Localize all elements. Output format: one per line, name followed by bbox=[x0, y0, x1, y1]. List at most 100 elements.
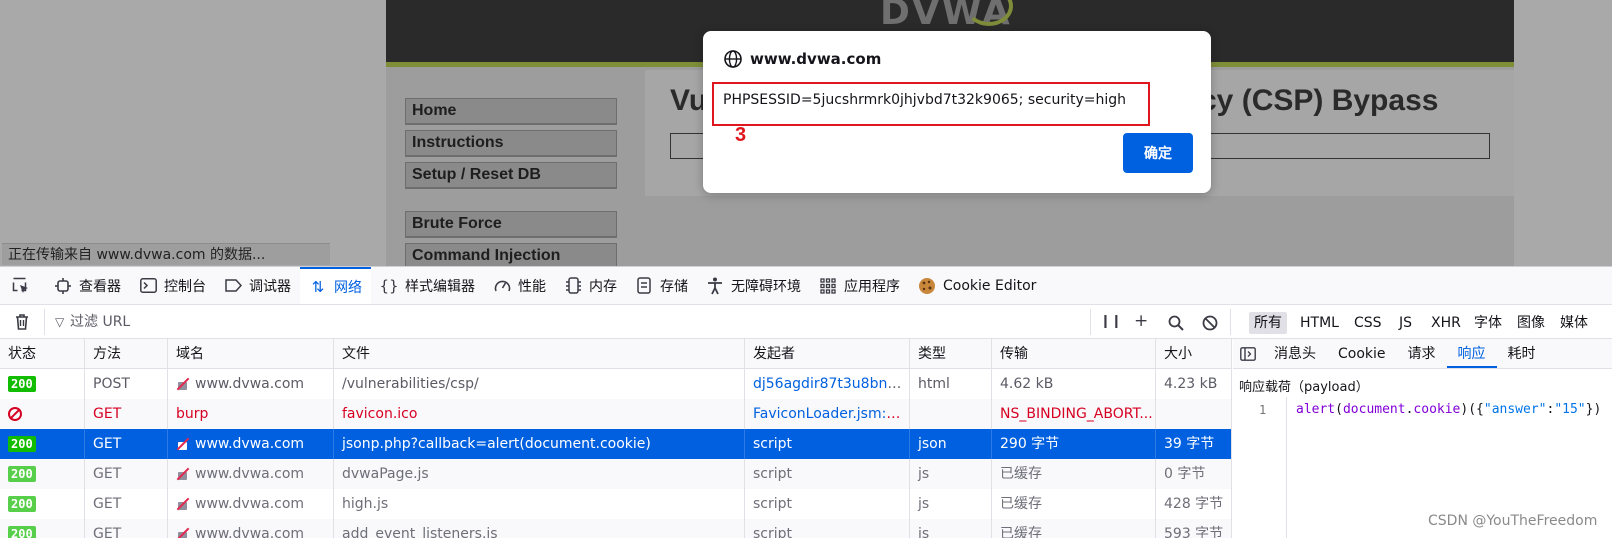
code-token: }) bbox=[1585, 402, 1602, 417]
filter-url-input[interactable] bbox=[70, 311, 570, 333]
tab-accessibility[interactable]: 无障碍环境 bbox=[697, 267, 810, 304]
browser-status-text: 正在传输来自 www.dvwa.com 的数据... bbox=[2, 243, 330, 265]
tab-label: 查看器 bbox=[79, 278, 121, 295]
type-filter-html[interactable]: HTML bbox=[1295, 312, 1344, 334]
type-filter-css[interactable]: CSS bbox=[1349, 312, 1387, 334]
tab-console[interactable]: 控制台 bbox=[130, 267, 215, 304]
domain-text: www.dvwa.com bbox=[195, 436, 305, 452]
column-header-domain[interactable]: 域名 bbox=[168, 339, 334, 369]
toggle-sidebar[interactable] bbox=[1233, 339, 1263, 368]
network-filter-bar: ▽ ❙❙ + 所有 HTML CSS JS XHR 字体 图像 媒体 bbox=[0, 305, 1612, 339]
details-tabs: 消息头 Cookie 请求 响应 耗时 bbox=[1233, 339, 1612, 369]
tab-debugger[interactable]: 调试器 bbox=[215, 267, 300, 304]
method-cell: GET bbox=[85, 399, 168, 429]
tab-network[interactable]: ⇅ 网络 bbox=[300, 267, 371, 304]
column-header-size[interactable]: 大小 bbox=[1156, 339, 1231, 369]
type-cell: json bbox=[910, 429, 992, 459]
table-row[interactable]: GET burp favicon.ico FaviconLoader.jsm:1… bbox=[0, 399, 1231, 429]
column-header-transferred[interactable]: 传输 bbox=[992, 339, 1156, 369]
table-row[interactable]: 200 GET www.dvwa.com dvwaPage.js script … bbox=[0, 459, 1231, 489]
tab-label: 存储 bbox=[660, 278, 688, 295]
dialog-header: www.dvwa.com bbox=[723, 49, 881, 69]
table-row[interactable]: 200 GET www.dvwa.com add_event_listeners… bbox=[0, 519, 1231, 538]
separator bbox=[1090, 309, 1091, 335]
tab-memory[interactable]: 内存 bbox=[555, 267, 626, 304]
tab-response[interactable]: 响应 bbox=[1446, 339, 1497, 368]
status-badge: 200 bbox=[8, 376, 36, 392]
separator bbox=[1230, 309, 1231, 335]
globe-icon bbox=[724, 50, 742, 68]
page-title-right: cy (CSP) Bypass bbox=[1200, 84, 1439, 117]
method-cell: GET bbox=[85, 459, 168, 489]
tab-storage[interactable]: 存储 bbox=[626, 267, 697, 304]
tab-timings[interactable]: 耗时 bbox=[1497, 339, 1547, 368]
type-filter-images[interactable]: 图像 bbox=[1512, 312, 1550, 334]
transferred-cell: NS_BINDING_ABORT... bbox=[992, 399, 1156, 429]
column-header-type[interactable]: 类型 bbox=[910, 339, 992, 369]
tab-performance[interactable]: 性能 bbox=[484, 267, 555, 304]
status-cell bbox=[0, 399, 85, 429]
menu-item-instructions[interactable]: Instructions bbox=[405, 130, 617, 157]
column-header-status[interactable]: 状态 bbox=[0, 339, 85, 369]
menu-item-command-injection[interactable]: Command Injection bbox=[405, 243, 617, 266]
tab-label: 控制台 bbox=[164, 278, 206, 295]
panel-toggle-icon bbox=[1240, 346, 1256, 361]
table-row-selected[interactable]: 200 GET www.dvwa.com jsonp.php?callback=… bbox=[0, 429, 1231, 459]
insecure-lock-icon bbox=[176, 468, 189, 480]
type-filter-js[interactable]: JS bbox=[1394, 312, 1417, 334]
type-filter-fonts[interactable]: 字体 bbox=[1469, 312, 1507, 334]
pause-icon[interactable]: ❙❙ bbox=[1100, 314, 1122, 329]
menu-item-home[interactable]: Home bbox=[405, 98, 617, 125]
ok-button[interactable]: 确定 bbox=[1123, 133, 1193, 173]
element-picker[interactable] bbox=[0, 267, 45, 304]
column-header-file[interactable]: 文件 bbox=[334, 339, 745, 369]
menu-item-setup[interactable]: Setup / Reset DB bbox=[405, 162, 617, 189]
size-cell: 4.23 kB bbox=[1164, 376, 1218, 392]
tab-inspector[interactable]: 查看器 bbox=[45, 267, 130, 304]
tab-headers[interactable]: 消息头 bbox=[1263, 339, 1327, 368]
type-filter-xhr[interactable]: XHR bbox=[1426, 312, 1466, 334]
tab-style-editor[interactable]: {} 样式编辑器 bbox=[371, 267, 484, 304]
tab-cookie-editor[interactable]: Cookie Editor bbox=[909, 267, 1045, 304]
transferred-cell: 290 字节 bbox=[992, 429, 1156, 459]
trash-icon[interactable] bbox=[12, 312, 32, 332]
transferred-cell: 已缓存 bbox=[992, 489, 1156, 519]
status-cell: 200 bbox=[0, 489, 85, 519]
type-cell: html bbox=[910, 369, 992, 399]
requests-table: 状态 方法 域名 文件 发起者 类型 传输 大小 200 POST www.dv… bbox=[0, 339, 1232, 538]
column-header-initiator[interactable]: 发起者 bbox=[745, 339, 910, 369]
code-token: cookie bbox=[1413, 402, 1461, 417]
initiator-cell: dj56agdir87t3u8bnvc... bbox=[745, 369, 910, 399]
menu-item-brute-force[interactable]: Brute Force bbox=[405, 211, 617, 238]
type-filter-media[interactable]: 媒体 bbox=[1555, 312, 1593, 334]
response-code[interactable]: alert(document.cookie)({"answer":"15"}) bbox=[1296, 402, 1601, 417]
devtools-panel: 查看器 控制台 调试器 ⇅ 网络 {} 样式编辑器 性能 内存 存储 无障碍环境 应… bbox=[0, 266, 1612, 538]
file-cell: /vulnerabilities/csp/ bbox=[334, 369, 745, 399]
table-row[interactable]: 200 GET www.dvwa.com high.js script js 已… bbox=[0, 489, 1231, 519]
table-row[interactable]: 200 POST www.dvwa.com /vulnerabilities/c… bbox=[0, 369, 1231, 399]
type-cell: js bbox=[910, 459, 992, 489]
column-header-method[interactable]: 方法 bbox=[85, 339, 168, 369]
block-icon[interactable] bbox=[1202, 315, 1218, 331]
domain-cell: www.dvwa.com bbox=[168, 519, 334, 538]
tab-cookies[interactable]: Cookie bbox=[1327, 339, 1397, 368]
tab-request[interactable]: 请求 bbox=[1397, 339, 1447, 368]
domain-text: www.dvwa.com bbox=[195, 526, 305, 538]
tab-label: 无障碍环境 bbox=[731, 278, 801, 295]
domain-cell: www.dvwa.com bbox=[168, 489, 334, 519]
type-filter-all[interactable]: 所有 bbox=[1249, 312, 1287, 334]
method-cell: POST bbox=[85, 369, 168, 399]
size-cell: 593 字节 bbox=[1164, 526, 1224, 538]
gauge-icon bbox=[493, 277, 511, 295]
size-cell: 39 字节 bbox=[1164, 436, 1215, 452]
braces-icon: {} bbox=[379, 276, 399, 295]
storage-icon bbox=[635, 277, 653, 295]
search-icon[interactable] bbox=[1168, 315, 1184, 331]
file-cell: jsonp.php?callback=alert(document.cookie… bbox=[334, 429, 745, 459]
initiator-link[interactable]: dj56agdir87t3u8bnvc... bbox=[753, 376, 909, 392]
file-cell: high.js bbox=[334, 489, 745, 519]
tab-application[interactable]: 应用程序 bbox=[810, 267, 909, 304]
initiator-link[interactable]: FaviconLoader.jsm:18... bbox=[753, 406, 909, 422]
status-cell: 200 bbox=[0, 369, 85, 399]
plus-icon[interactable]: + bbox=[1134, 311, 1148, 331]
